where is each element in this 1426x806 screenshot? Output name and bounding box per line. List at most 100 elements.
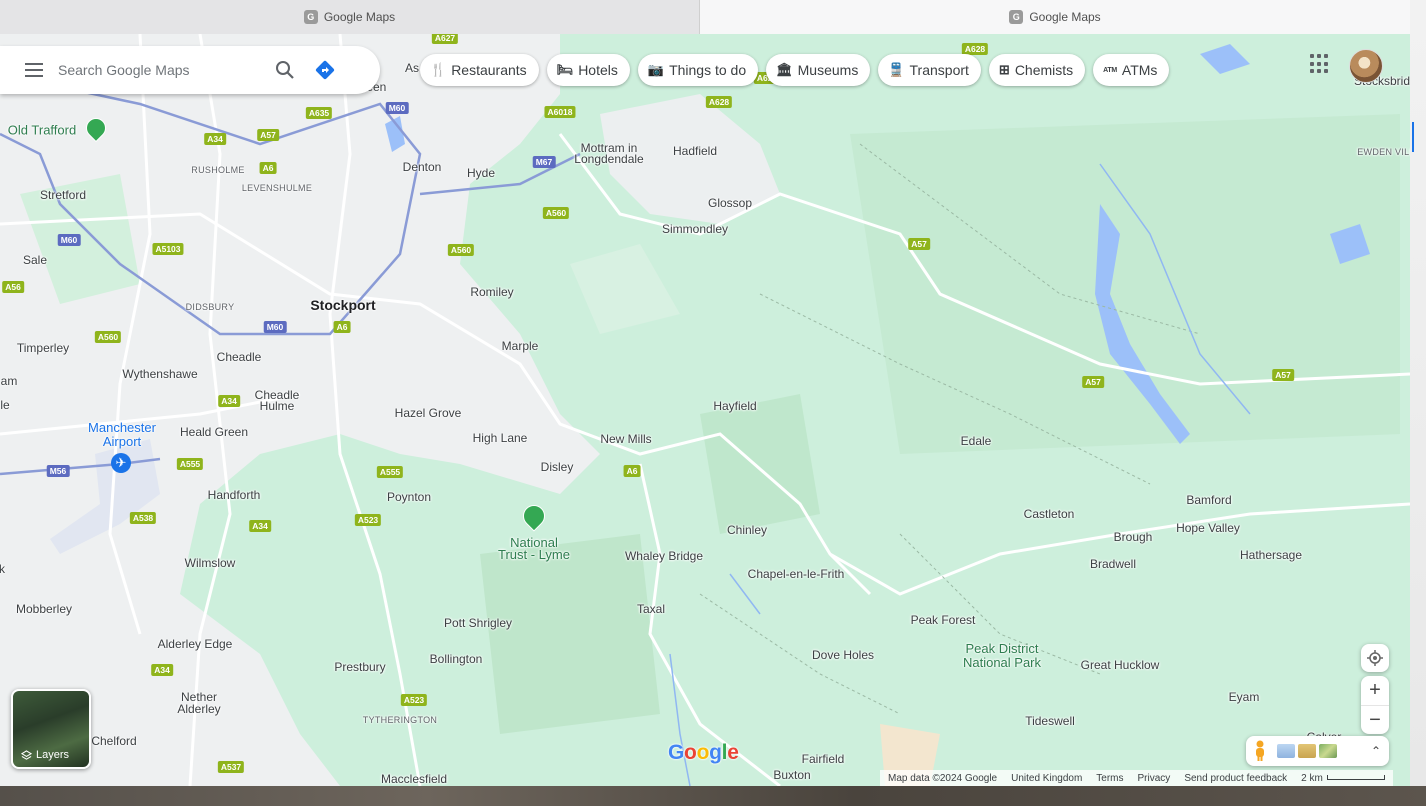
menu-button[interactable] [12,46,56,94]
place-label[interactable]: Castleton [1024,507,1075,521]
place-label[interactable]: Brough [1114,530,1153,544]
terrain-thumbnail-icon[interactable] [1298,744,1316,758]
place-label[interactable]: High Lane [473,431,528,445]
place-label[interactable]: LEVENSHULME [242,183,312,193]
place-label[interactable]: Manchester [88,421,156,435]
place-label[interactable]: TYTHERINGTON [363,715,437,725]
place-label[interactable]: Timperley [17,341,69,355]
zoom-out-button[interactable]: − [1361,706,1389,735]
my-location-button[interactable] [1361,644,1389,672]
place-label[interactable]: Wilmslow [185,556,236,570]
place-label[interactable]: Heald Green [180,425,248,439]
google-apps-icon[interactable] [1310,54,1330,74]
place-label[interactable]: Hayfield [713,399,756,413]
place-label[interactable]: Old Trafford [8,123,76,138]
place-label[interactable]: Fairfield [802,752,845,766]
chevron-up-icon[interactable]: ⌃ [1371,744,1381,758]
avatar[interactable] [1349,49,1383,83]
chip-hotels[interactable]: 🛏 Hotels [546,54,630,86]
place-label[interactable]: RUSHOLME [191,165,244,175]
place-label[interactable]: Macclesfield [381,772,447,786]
place-label[interactable]: Bamford [1186,493,1231,507]
road-shield: A628 [705,96,733,108]
place-label[interactable]: Glossop [708,196,752,210]
place-label[interactable]: Bradwell [1090,557,1136,571]
traffic-thumbnail-icon[interactable] [1319,744,1337,758]
place-label[interactable]: Mobberley [16,602,72,616]
scale-indicator[interactable]: 2 km [1301,773,1385,784]
place-label[interactable]: Poynton [387,490,431,504]
place-label[interactable]: Tideswell [1025,714,1075,728]
place-label[interactable]: DIDSBURY [186,302,235,312]
place-label[interactable]: Hazel Grove [395,406,462,420]
place-label[interactable]: Denton [403,160,442,174]
place-label[interactable]: Handforth [208,488,261,502]
place-label[interactable]: Sale [23,253,47,267]
place-label[interactable]: Romiley [470,285,513,299]
place-label[interactable]: As [405,61,419,75]
place-label[interactable]: Bollington [430,652,483,666]
street-view-pegman-button[interactable] [1246,740,1274,762]
chip-atms[interactable]: ATM ATMs [1093,54,1170,86]
place-label[interactable]: Airport [103,435,141,449]
place-label[interactable]: Chelford [91,734,136,748]
place-label[interactable]: Dove Holes [812,648,874,662]
place-label[interactable]: Disley [541,460,574,474]
place-label[interactable]: Great Hucklow [1081,658,1160,672]
place-label[interactable]: k [0,562,5,576]
logo-letter: e [727,741,739,764]
place-label[interactable]: Hyde [467,166,495,180]
place-label[interactable]: Hulme [260,399,295,413]
privacy-link[interactable]: Privacy [1138,773,1171,784]
place-label[interactable]: Taxal [637,602,665,616]
place-label[interactable]: Hathersage [1240,548,1302,562]
place-label[interactable]: Alderley Edge [158,637,233,651]
place-label[interactable]: Stockport [310,297,375,313]
place-label[interactable]: Alderley [177,702,220,716]
place-label[interactable]: Stretford [40,188,86,202]
place-label[interactable]: Marple [502,339,539,353]
browser-tab-active[interactable]: G Google Maps [700,0,1410,34]
place-label[interactable]: New Mills [600,432,651,446]
zoom-in-button[interactable]: + [1361,676,1389,706]
place-label[interactable]: Hadfield [673,144,717,158]
place-label[interactable]: Chapel-en-le-Frith [748,567,845,581]
map-canvas[interactable]: Stockport Old Trafford Stretford RUSHOLM… [0,34,1410,786]
place-label[interactable]: Hope Valley [1176,521,1240,535]
region-link[interactable]: United Kingdom [1011,773,1082,784]
place-label[interactable]: le [0,398,9,412]
satellite-thumbnail-icon[interactable] [1277,744,1295,758]
feedback-link[interactable]: Send product feedback [1184,773,1287,784]
place-label[interactable]: Chinley [727,523,767,537]
browser-tab[interactable]: G Google Maps [0,0,700,34]
logo-letter: g [709,741,722,764]
chip-transport[interactable]: 🚆 Transport [878,54,981,86]
place-label[interactable]: EWDEN VILL [1357,147,1410,157]
place-label[interactable]: Eyam [1229,690,1260,704]
place-label[interactable]: Edale [961,434,992,448]
place-label[interactable]: Trust - Lyme [498,548,570,562]
place-label[interactable]: Simmondley [662,222,728,236]
search-button[interactable] [265,50,305,90]
place-label[interactable]: Longdendale [574,152,643,166]
place-label[interactable]: Whaley Bridge [625,549,703,563]
directions-button[interactable] [305,50,345,90]
place-label[interactable]: Cheadle [217,350,262,364]
place-label[interactable]: Peak Forest [911,613,976,627]
chip-things-to-do[interactable]: 📷 Things to do [637,54,759,86]
place-label[interactable]: Peak District [966,642,1039,656]
place-label[interactable]: Wythenshawe [122,367,197,381]
airport-icon[interactable]: ✈ [111,453,131,473]
google-favicon-icon: G [303,10,318,24]
chip-restaurants[interactable]: 🍴 Restaurants [420,54,539,86]
place-label[interactable]: National Park [963,656,1041,670]
place-label[interactable]: Buxton [773,768,810,782]
chip-chemists[interactable]: ⊞ Chemists [988,54,1086,86]
chip-museums[interactable]: 🏛 Museums [766,54,871,86]
terms-link[interactable]: Terms [1096,773,1123,784]
layers-button[interactable]: Layers [11,689,91,769]
place-label[interactable]: am [1,374,18,388]
place-label[interactable]: Pott Shrigley [444,616,512,630]
place-label[interactable]: Prestbury [334,660,385,674]
search-input[interactable] [56,61,265,79]
